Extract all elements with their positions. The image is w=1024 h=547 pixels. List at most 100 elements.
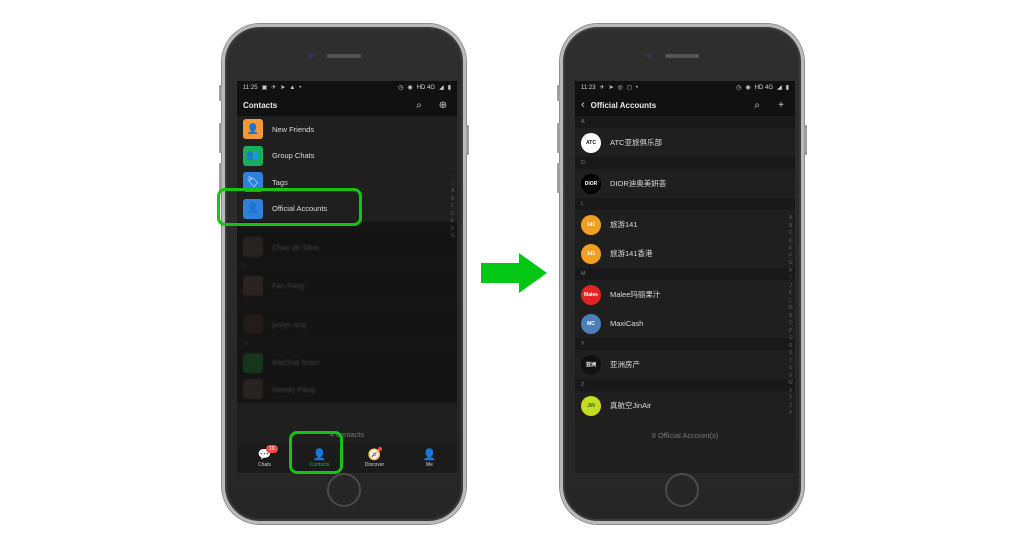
- home-button[interactable]: [665, 473, 699, 507]
- index-letter[interactable]: V: [789, 373, 792, 381]
- index-letter[interactable]: I: [790, 275, 791, 283]
- front-camera: [309, 54, 313, 58]
- volume-down-button: [557, 163, 560, 193]
- index-letter[interactable]: F: [789, 253, 792, 261]
- power-button: [466, 125, 469, 155]
- contact-avatar: [243, 275, 263, 296]
- index-letter[interactable]: O: [789, 320, 793, 328]
- contacts-header: Contacts ⌕ ⊕: [237, 94, 457, 116]
- power-button: [804, 125, 807, 155]
- index-letter[interactable]: E: [451, 218, 454, 226]
- unread-badge: 10: [266, 445, 278, 453]
- index-letter[interactable]: K: [789, 290, 792, 298]
- index-letter[interactable]: Y: [789, 395, 792, 403]
- page-title: Contacts: [243, 100, 278, 110]
- official-account-row[interactable]: JIN 真航空JinAir: [575, 391, 795, 420]
- eye-icon: ◉: [407, 84, 413, 91]
- contact-row[interactable]: Fan Fang: [237, 272, 457, 299]
- pin-icon: ✈: [599, 84, 605, 91]
- search-icon[interactable]: ⌕: [749, 100, 765, 111]
- index-letter[interactable]: Q: [789, 335, 793, 343]
- index-letter[interactable]: A: [789, 215, 792, 223]
- plus-icon[interactable]: +: [773, 100, 789, 111]
- contact-row[interactable]: Chan de Silva: [237, 234, 457, 261]
- contact-row[interactable]: jaslyn ang: [237, 311, 457, 338]
- contact-row[interactable]: Wendy Pang: [237, 376, 457, 403]
- new-dot: [378, 447, 382, 451]
- earpiece: [665, 54, 699, 58]
- menu-item-label: Tags: [272, 177, 288, 187]
- left-phone-frame: 11:25 ▣ ✈ ➤ ▲ • ◷ ◉ HD 4G ◢ ▮ Contacts ⌕…: [219, 24, 469, 524]
- page-title: Official Accounts: [590, 100, 657, 110]
- add-circle-icon[interactable]: ⊕: [435, 100, 451, 111]
- official-account-row[interactable]: DIOR DIOR迪奥美妍荟: [575, 169, 795, 198]
- index-letter[interactable]: S: [789, 350, 792, 358]
- official-account-row[interactable]: Malee Malee玛丽果汁: [575, 280, 795, 309]
- section-header: Z: [575, 379, 795, 391]
- contact-avatar: [243, 237, 263, 258]
- index-letter[interactable]: W: [788, 380, 793, 388]
- index-letter[interactable]: D: [451, 211, 455, 219]
- new-friends-icon: 👤: [243, 119, 263, 140]
- menu-item-new-friends[interactable]: 👤 New Friends: [237, 116, 457, 143]
- person-icon: 👤: [422, 448, 437, 461]
- official-account-row[interactable]: 141 旅游141: [575, 210, 795, 239]
- contact-row[interactable]: WeChat Team: [237, 349, 457, 376]
- index-letter[interactable]: Z: [789, 403, 792, 411]
- contact-name: jaslyn ang: [272, 319, 306, 329]
- battery-icon: ▮: [447, 84, 451, 91]
- menu-item-label: Group Chats: [272, 151, 315, 161]
- index-letter[interactable]: D: [789, 238, 793, 246]
- menu-item-group-chats[interactable]: 👥 Group Chats: [237, 142, 457, 169]
- official-account-row[interactable]: MC MaxiCash: [575, 309, 795, 338]
- tab-me[interactable]: 👤 Me: [402, 443, 457, 473]
- index-letter[interactable]: H: [789, 268, 793, 276]
- account-avatar: Malee: [581, 284, 601, 305]
- index-letter[interactable]: B: [789, 223, 792, 231]
- index-letter[interactable]: G: [451, 233, 455, 241]
- index-letter[interactable]: C: [451, 203, 455, 211]
- earpiece: [327, 54, 361, 58]
- index-letter[interactable]: G: [789, 260, 793, 268]
- back-chevron-icon[interactable]: ‹: [581, 99, 585, 111]
- index-letter[interactable]: M: [789, 305, 793, 313]
- account-avatar: MC: [581, 313, 601, 334]
- section-header: A: [575, 116, 795, 128]
- official-account-row[interactable]: ATC ATC亚旅俱乐部: [575, 128, 795, 157]
- index-letter[interactable]: J: [789, 283, 792, 291]
- index-letter[interactable]: P: [789, 328, 792, 336]
- tab-chats[interactable]: 💬 10 Chats: [237, 443, 292, 473]
- official-account-row[interactable]: 亚洲 亚洲房产: [575, 350, 795, 379]
- official-account-row[interactable]: 141 旅游141香港: [575, 239, 795, 268]
- index-letter[interactable]: L: [789, 298, 792, 306]
- index-letter[interactable]: N: [789, 313, 793, 321]
- index-letter[interactable]: ☆: [451, 181, 455, 189]
- tab-discover[interactable]: 🧭 Discover: [347, 443, 402, 473]
- index-letter[interactable]: F: [451, 226, 454, 234]
- index-letter[interactable]: T: [789, 358, 792, 366]
- home-button[interactable]: [327, 473, 361, 507]
- index-letter[interactable]: R: [789, 343, 793, 351]
- index-letter[interactable]: B: [451, 196, 454, 204]
- index-letter[interactable]: ↑: [452, 173, 455, 181]
- account-name: DIOR迪奥美妍荟: [610, 179, 667, 188]
- menu-item-label: New Friends: [272, 124, 315, 134]
- index-letter[interactable]: A: [451, 188, 454, 196]
- alphabet-index[interactable]: ↑ ☆ A B C D E F G: [451, 173, 455, 241]
- section-header: L: [575, 198, 795, 210]
- section-header: M: [575, 268, 795, 280]
- index-letter[interactable]: #: [789, 410, 792, 418]
- index-letter[interactable]: U: [789, 365, 793, 373]
- pin-icon: ✈: [271, 84, 277, 91]
- search-icon[interactable]: ⌕: [411, 100, 427, 111]
- whatsapp-icon: ◎: [617, 84, 623, 91]
- index-letter[interactable]: E: [789, 245, 792, 253]
- telegram-icon: ➤: [280, 84, 286, 91]
- notification-icon: ▲: [289, 84, 296, 91]
- index-letter[interactable]: X: [789, 388, 792, 396]
- account-name: 旅游141: [610, 220, 638, 229]
- contacts-list: C Chan de Silva F Fan Fang J jaslyn ang …: [237, 222, 457, 403]
- index-letter[interactable]: C: [789, 230, 793, 238]
- account-name: ATC亚旅俱乐部: [610, 138, 662, 147]
- alphabet-index[interactable]: A B C D E F G H I J K L M N O P Q R S T U V W X Y Z #: [788, 215, 793, 418]
